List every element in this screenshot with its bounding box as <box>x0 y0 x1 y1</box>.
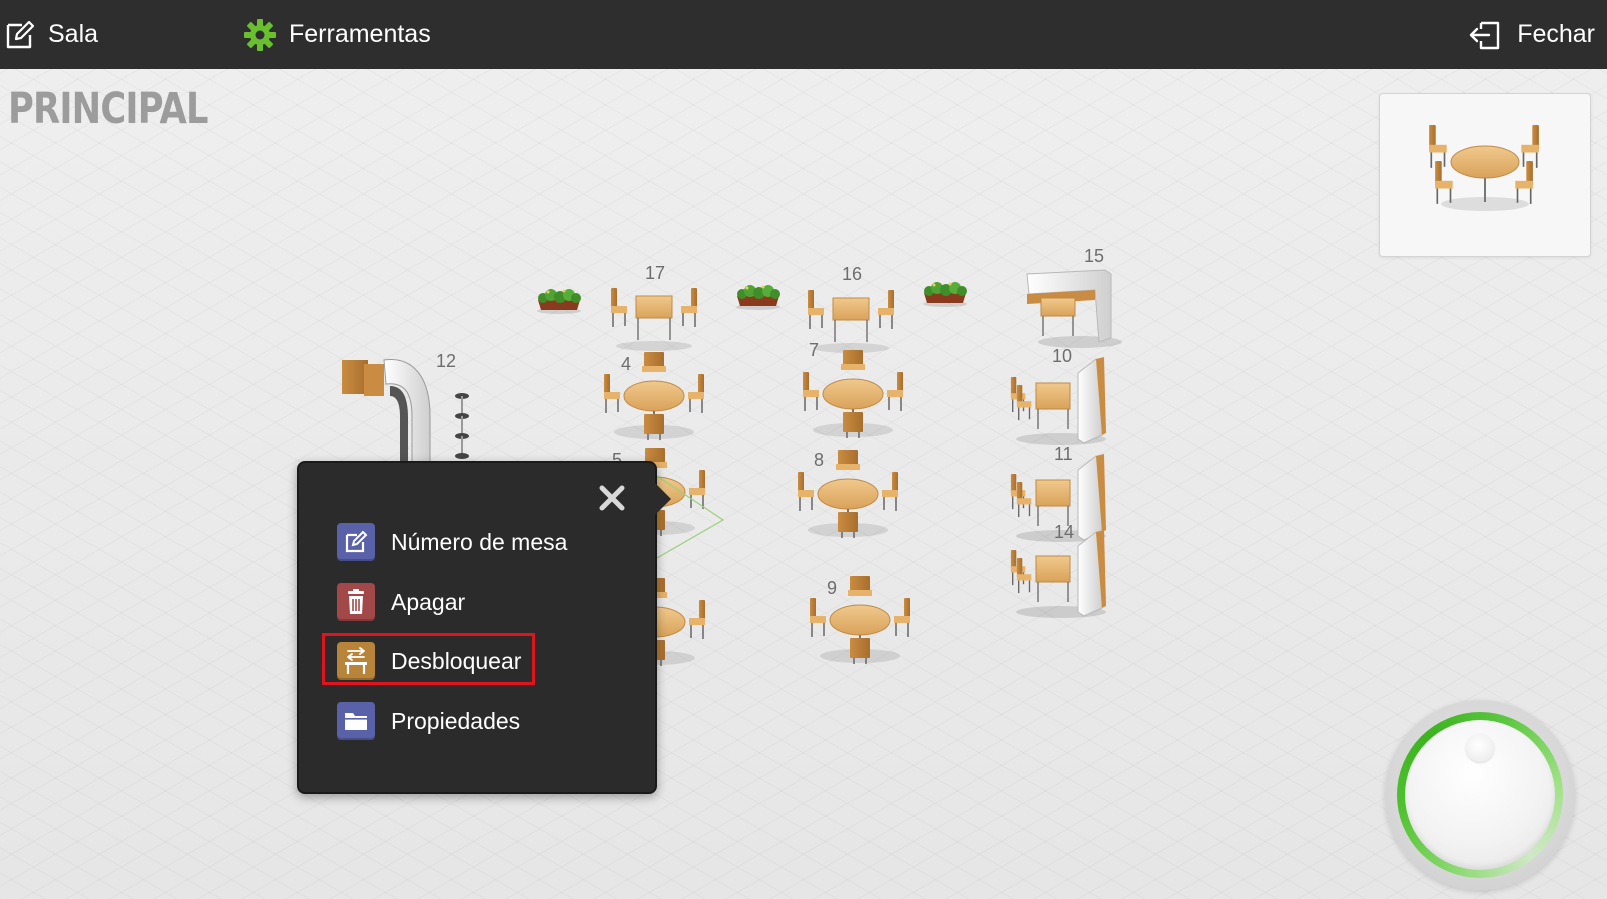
table-9[interactable] <box>805 576 915 666</box>
round-table-4-chairs-icon <box>1428 124 1540 211</box>
sala-menu-button[interactable]: Sala <box>4 0 98 69</box>
edit-icon <box>6 20 35 48</box>
menu-item-label: Propiedades <box>391 707 521 734</box>
table-14[interactable] <box>1006 528 1116 618</box>
tools-label: Ferramentas <box>289 20 431 48</box>
menu-item-label: Desbloquear <box>391 647 522 674</box>
table-16-number: 16 <box>842 264 863 284</box>
table-7[interactable] <box>798 350 908 440</box>
menu-item-properties[interactable]: Propiedades <box>337 701 520 741</box>
menu-item-unlock[interactable]: Desbloquear <box>337 641 521 681</box>
table-8[interactable] <box>793 450 903 540</box>
gear-icon <box>244 18 276 51</box>
exit-icon <box>1469 21 1500 49</box>
table-17[interactable] <box>604 282 704 352</box>
trash-icon <box>337 583 375 621</box>
top-bar: Sala Ferramentas Fechar <box>0 0 1607 69</box>
menu-item-label: Número de mesa <box>391 528 568 555</box>
unlock-table-icon <box>337 642 375 680</box>
table-4[interactable] <box>599 352 709 442</box>
menu-pointer <box>655 483 671 515</box>
navigation-joystick[interactable] <box>1385 700 1575 890</box>
planter-2[interactable] <box>733 284 783 310</box>
table-preview-card[interactable] <box>1379 93 1591 257</box>
planter-3[interactable] <box>920 281 970 307</box>
planter-1[interactable] <box>534 288 584 314</box>
table-context-menu: Número de mesa Apagar Desbloquear Propie… <box>297 461 671 794</box>
menu-item-table-number[interactable]: Número de mesa <box>337 522 567 562</box>
joystick-indicator <box>1466 734 1494 762</box>
edit-icon <box>337 523 375 561</box>
room-title: PRINCIPAL <box>8 84 208 134</box>
table-15-number: 15 <box>1084 246 1105 266</box>
close-menu-icon[interactable] <box>597 483 627 513</box>
menu-item-label: Apagar <box>391 588 466 615</box>
close-button[interactable]: Fechar <box>1467 0 1595 69</box>
folder-icon <box>337 702 375 740</box>
table-10[interactable] <box>1006 355 1116 445</box>
table-17-number: 17 <box>645 263 666 283</box>
table-12-bar-counter[interactable] <box>342 356 482 467</box>
tools-menu-button[interactable]: Ferramentas <box>243 0 431 69</box>
table-15[interactable] <box>1025 268 1125 348</box>
sala-label: Sala <box>48 20 99 48</box>
close-label: Fechar <box>1517 20 1595 48</box>
menu-item-delete[interactable]: Apagar <box>337 582 465 622</box>
